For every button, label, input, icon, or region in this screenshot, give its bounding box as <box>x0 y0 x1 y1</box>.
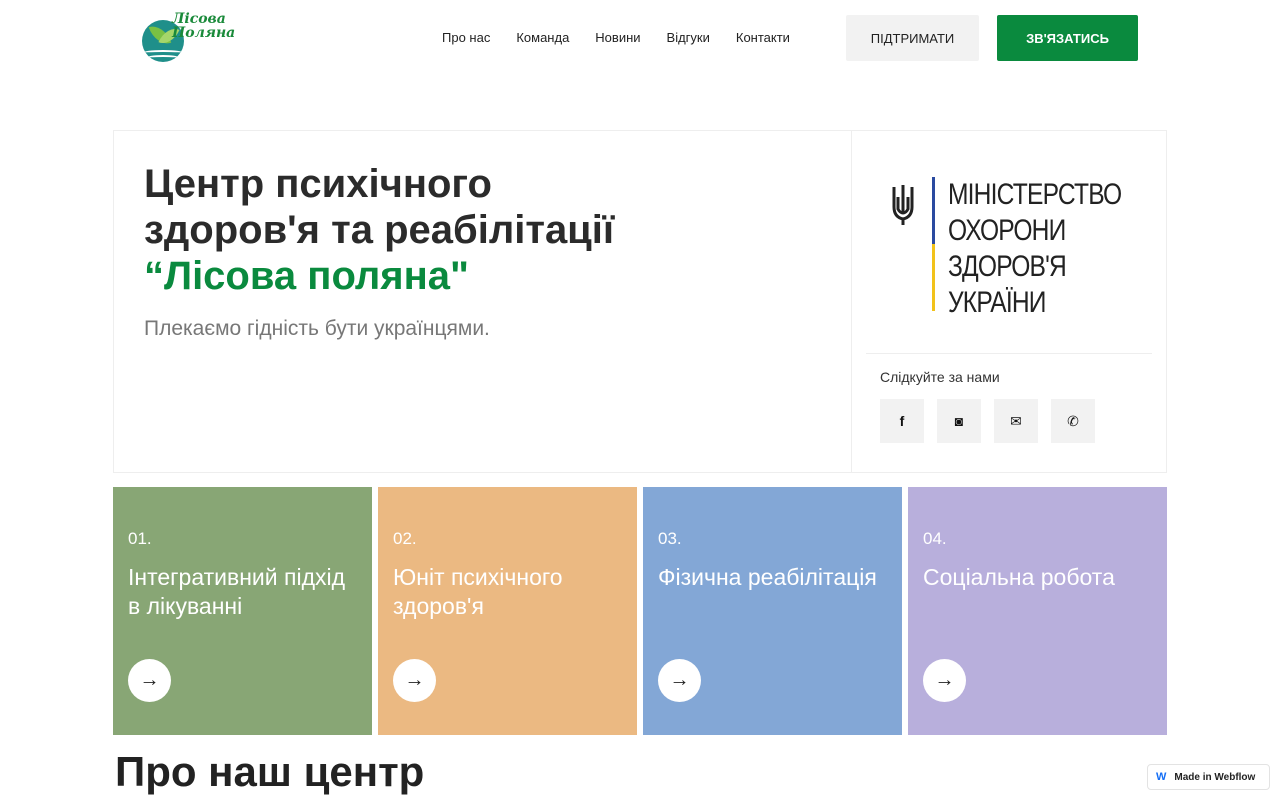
arrow-right-icon[interactable]: → <box>923 659 966 702</box>
card-title: Інтегративний підхід в лікуванні <box>128 564 346 619</box>
webflow-icon: W <box>1156 771 1167 783</box>
hero-subtitle: Плекаємо гідність бути українцями. <box>144 317 490 340</box>
logo-line-1: Лісова <box>172 11 226 27</box>
logo-line-2: Поляна <box>172 25 236 41</box>
instagram-icon[interactable]: ◙ <box>937 399 981 443</box>
hero-sidebar: МІНІСТЕРСТВО ОХОРОНИ ЗДОРОВ'Я УКРАЇНИ Сл… <box>852 131 1166 472</box>
service-cards: 01. Інтегративний підхід в лікуванні → 0… <box>113 487 1167 735</box>
arrow-right-icon[interactable]: → <box>393 659 436 702</box>
nav-about[interactable]: Про нас <box>442 30 490 45</box>
card-title: Юніт психічного здоров'я <box>393 564 563 619</box>
sidebar-divider <box>866 353 1152 354</box>
service-card-social-work[interactable]: 04. Соціальна робота → <box>908 487 1167 735</box>
service-card-physical-rehab[interactable]: 03. Фізична реабілітація → <box>643 487 902 735</box>
card-title: Соціальна робота <box>923 564 1115 590</box>
hero-title-line-2: здоров'я та реабілітації <box>144 208 615 252</box>
card-number: 02. <box>393 529 417 548</box>
card-number: 04. <box>923 529 947 548</box>
card-title: Фізична реабілітація <box>658 564 877 590</box>
nav-contacts[interactable]: Контакти <box>736 30 790 45</box>
arrow-right-icon[interactable]: → <box>658 659 701 702</box>
hero-intro: Центр психічного здоров'я та реабілітаці… <box>114 131 852 472</box>
ministry-line-3: ЗДОРОВ'Я <box>948 250 1067 283</box>
card-number: 03. <box>658 529 682 548</box>
ministry-color-bar <box>932 177 935 311</box>
service-card-integrative[interactable]: 01. Інтегративний підхід в лікуванні → <box>113 487 372 735</box>
hero-title: Центр психічного здоров'я та реабілітаці… <box>144 161 834 299</box>
hero-section: Центр психічного здоров'я та реабілітаці… <box>113 130 1167 473</box>
service-card-mental-health[interactable]: 02. Юніт психічного здоров'я → <box>378 487 637 735</box>
about-section-title: Про наш центр <box>115 748 425 795</box>
contact-button[interactable]: ЗВ'ЯЗАТИСЬ <box>997 15 1138 61</box>
social-links: f ◙ ✉ ✆ <box>880 399 1095 443</box>
site-header: Лісова Поляна Про нас Команда Новини Від… <box>0 0 1280 80</box>
ministry-line-1: МІНІСТЕРСТВО <box>948 178 1122 211</box>
logo-text: Лісова Поляна <box>172 12 235 40</box>
made-in-webflow-badge[interactable]: W Made in Webflow <box>1147 764 1270 790</box>
facebook-icon[interactable]: f <box>880 399 924 443</box>
nav-news[interactable]: Новини <box>595 30 640 45</box>
support-button[interactable]: ПІДТРИМАТИ <box>846 15 979 61</box>
site-logo[interactable]: Лісова Поляна <box>140 12 235 68</box>
trident-icon <box>892 185 914 225</box>
ministry-line-2: ОХОРОНИ <box>948 214 1066 247</box>
nav-reviews[interactable]: Відгуки <box>667 30 710 45</box>
ministry-text: МІНІСТЕРСТВО ОХОРОНИ ЗДОРОВ'Я УКРАЇНИ <box>948 177 1122 321</box>
webflow-badge-label: Made in Webflow <box>1174 771 1256 783</box>
hero-title-highlight: “Лісова поляна" <box>144 254 469 298</box>
ministry-logo: МІНІСТЕРСТВО ОХОРОНИ ЗДОРОВ'Я УКРАЇНИ <box>888 177 1128 319</box>
arrow-right-icon[interactable]: → <box>128 659 171 702</box>
phone-icon[interactable]: ✆ <box>1051 399 1095 443</box>
main-nav: Про нас Команда Новини Відгуки Контакти <box>442 30 816 45</box>
mail-icon[interactable]: ✉ <box>994 399 1038 443</box>
follow-label: Слідкуйте за нами <box>880 369 1000 385</box>
ministry-line-4: УКРАЇНИ <box>948 286 1046 319</box>
nav-team[interactable]: Команда <box>516 30 569 45</box>
hero-title-line-1: Центр психічного <box>144 162 492 206</box>
card-number: 01. <box>128 529 152 548</box>
